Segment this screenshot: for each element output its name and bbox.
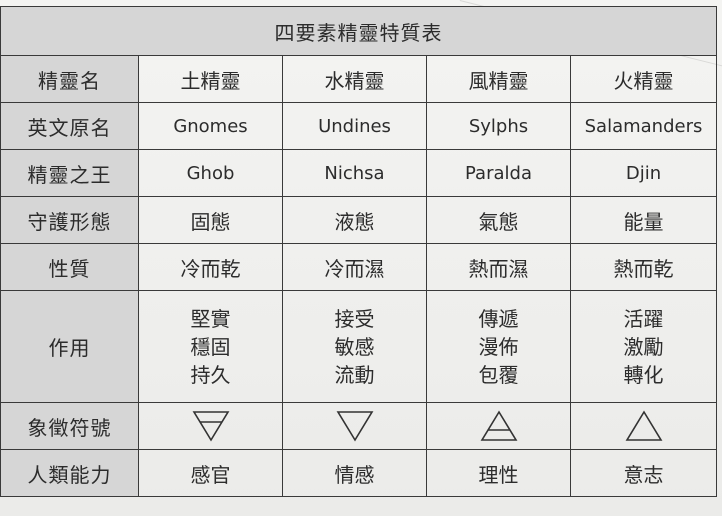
effect-text: 激勵: [623, 334, 664, 359]
table-cell: 液態: [282, 196, 427, 244]
effect-text: 穩固: [190, 334, 231, 359]
effect-text: 流動: [334, 362, 375, 387]
effect-text: 漫佈: [478, 334, 519, 359]
column-header: 風精靈: [426, 55, 571, 103]
table-row: 精靈名 土精靈 水精靈 風精靈 火精靈: [0, 55, 718, 103]
table-cell: 熱而濕: [426, 243, 571, 291]
effect-text: 傳遞: [478, 306, 519, 331]
table-cell: Gnomes: [138, 102, 283, 150]
table-row: 象徵符號: [0, 402, 718, 450]
effect-text: 堅實: [190, 306, 231, 331]
table-cell: Nichsa: [282, 149, 427, 197]
elemental-spirits-table: 四要素精靈特質表 精靈名 土精靈 水精靈 風精靈 火精靈 英文原名 Gnomes…: [0, 6, 718, 497]
table-cell: 情感: [282, 449, 427, 497]
table-cell: Ghob: [138, 149, 283, 197]
table-cell: 氣態: [426, 196, 571, 244]
effect-text: 接受: [334, 306, 375, 331]
table-cell: Paralda: [426, 149, 571, 197]
row-label: 精靈之王: [0, 149, 139, 197]
table-cell: [426, 402, 571, 450]
effect-text: 敏感: [334, 334, 375, 359]
table-cell: 活躍 激勵 轉化: [569, 290, 718, 403]
column-header: 水精靈: [282, 55, 427, 103]
earth-symbol-icon: [192, 411, 229, 442]
air-symbol-icon: [480, 410, 517, 441]
table-cell: 傳遞 漫佈 包覆: [426, 290, 571, 403]
table-row: 性質 冷而乾 冷而濕 熱而濕 熱而乾: [0, 243, 718, 291]
table-cell: 固態: [138, 196, 283, 244]
table-cell: 堅實 穩固 持久: [138, 290, 283, 403]
table-row: 人類能力 感官 情感 理性 意志: [0, 449, 718, 497]
row-label: 象徵符號: [0, 402, 139, 450]
column-header: 土精靈: [138, 55, 283, 103]
row-label: 守護形態: [0, 196, 139, 244]
table-title: 四要素精靈特質表: [0, 6, 718, 56]
table-row: 英文原名 Gnomes Undines Sylphs Salamanders: [0, 102, 718, 150]
table-row: 精靈之王 Ghob Nichsa Paralda Djin: [0, 149, 718, 197]
row-label: 人類能力: [0, 449, 139, 497]
row-label: 英文原名: [0, 102, 139, 150]
table-cell: Djin: [569, 149, 718, 197]
table-cell: 感官: [138, 449, 283, 497]
row-label: 作用: [0, 290, 139, 403]
effect-text: 轉化: [623, 362, 664, 387]
row-label: 性質: [0, 243, 139, 291]
table-cell: 冷而濕: [282, 243, 427, 291]
effect-text: 活躍: [623, 306, 664, 331]
table-row: 守護形態 固態 液態 氣態 能量: [0, 196, 718, 244]
table-cell: Sylphs: [426, 102, 571, 150]
table-cell: Salamanders: [569, 102, 718, 150]
table-cell: 能量: [569, 196, 718, 244]
table-cell: 冷而乾: [138, 243, 283, 291]
table-row: 作用 堅實 穩固 持久 接受 敏感 流動 傳遞 漫佈 包覆 活躍 激勵 轉化: [0, 290, 718, 403]
column-header: 火精靈: [569, 55, 718, 103]
table-cell: 意志: [569, 449, 718, 497]
row-label: 精靈名: [0, 55, 139, 103]
effect-text: 包覆: [478, 362, 519, 387]
table-cell: 熱而乾: [569, 243, 718, 291]
table-cell: Undines: [282, 102, 427, 150]
table-cell: [569, 402, 718, 450]
table-cell: 理性: [426, 449, 571, 497]
table-cell: [138, 402, 283, 450]
water-symbol-icon: [336, 411, 373, 442]
effect-text: 持久: [190, 362, 231, 387]
fire-symbol-icon: [625, 410, 662, 441]
table-cell: 接受 敏感 流動: [282, 290, 427, 403]
table-cell: [282, 402, 427, 450]
